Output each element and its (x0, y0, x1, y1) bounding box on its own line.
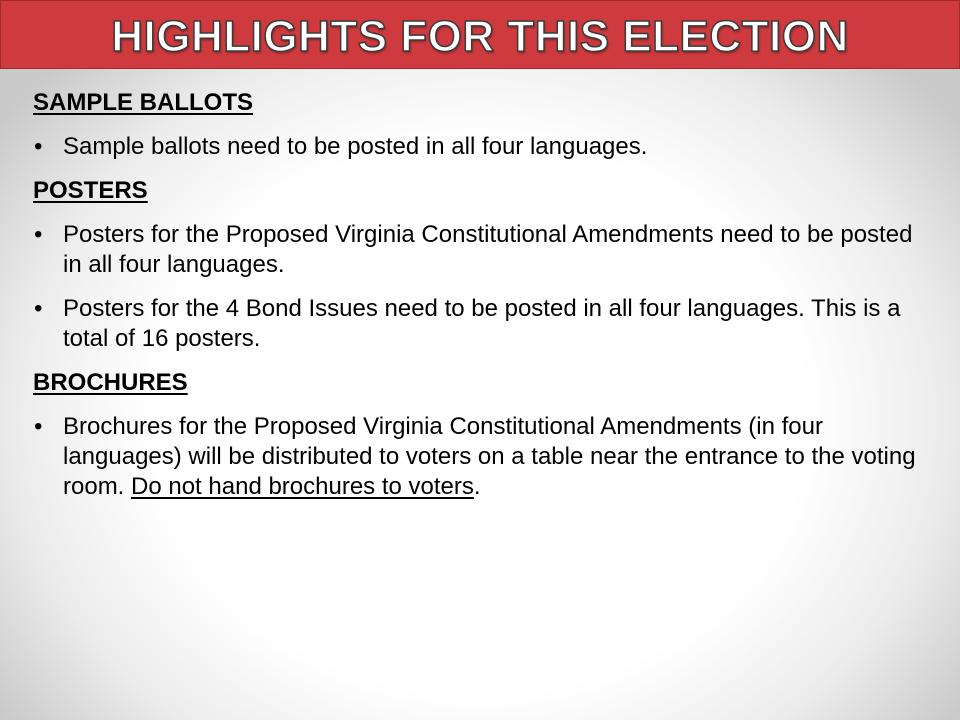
bullet-text-suffix: . (473, 473, 481, 500)
section-heading-posters: POSTERS (33, 177, 148, 204)
slide-title: HIGHLIGHTS FOR THIS ELECTION (110, 11, 849, 61)
bullet-glyph: • (34, 133, 43, 160)
bullet-text: Posters for the 4 Bond Issues need to be… (63, 295, 901, 352)
bullet-text-brochures: Brochures for the Proposed Virginia Cons… (63, 412, 933, 502)
bullet-item: • Sample ballots need to be posted in al… (33, 132, 933, 162)
title-banner: HIGHLIGHTS FOR THIS ELECTION (0, 0, 960, 69)
bullet-item: • Brochures for the Proposed Virginia Co… (33, 412, 933, 502)
section-heading-brochures: BROCHURES (33, 369, 188, 396)
underlined-instruction: Do not hand brochures to voters (131, 473, 474, 500)
bullet-item: • Posters for the Proposed Virginia Cons… (33, 220, 933, 280)
bullet-text: Sample ballots need to be posted in all … (63, 133, 648, 160)
bullet-item: • Posters for the 4 Bond Issues need to … (33, 294, 933, 354)
bullet-glyph: • (34, 413, 43, 440)
bullet-glyph: • (34, 295, 43, 322)
bullet-text: Posters for the Proposed Virginia Consti… (63, 221, 913, 278)
section-heading-sample-ballots: SAMPLE BALLOTS (33, 89, 253, 116)
bullet-glyph: • (34, 221, 43, 248)
slide-content: SAMPLE BALLOTS • Sample ballots need to … (33, 88, 933, 516)
